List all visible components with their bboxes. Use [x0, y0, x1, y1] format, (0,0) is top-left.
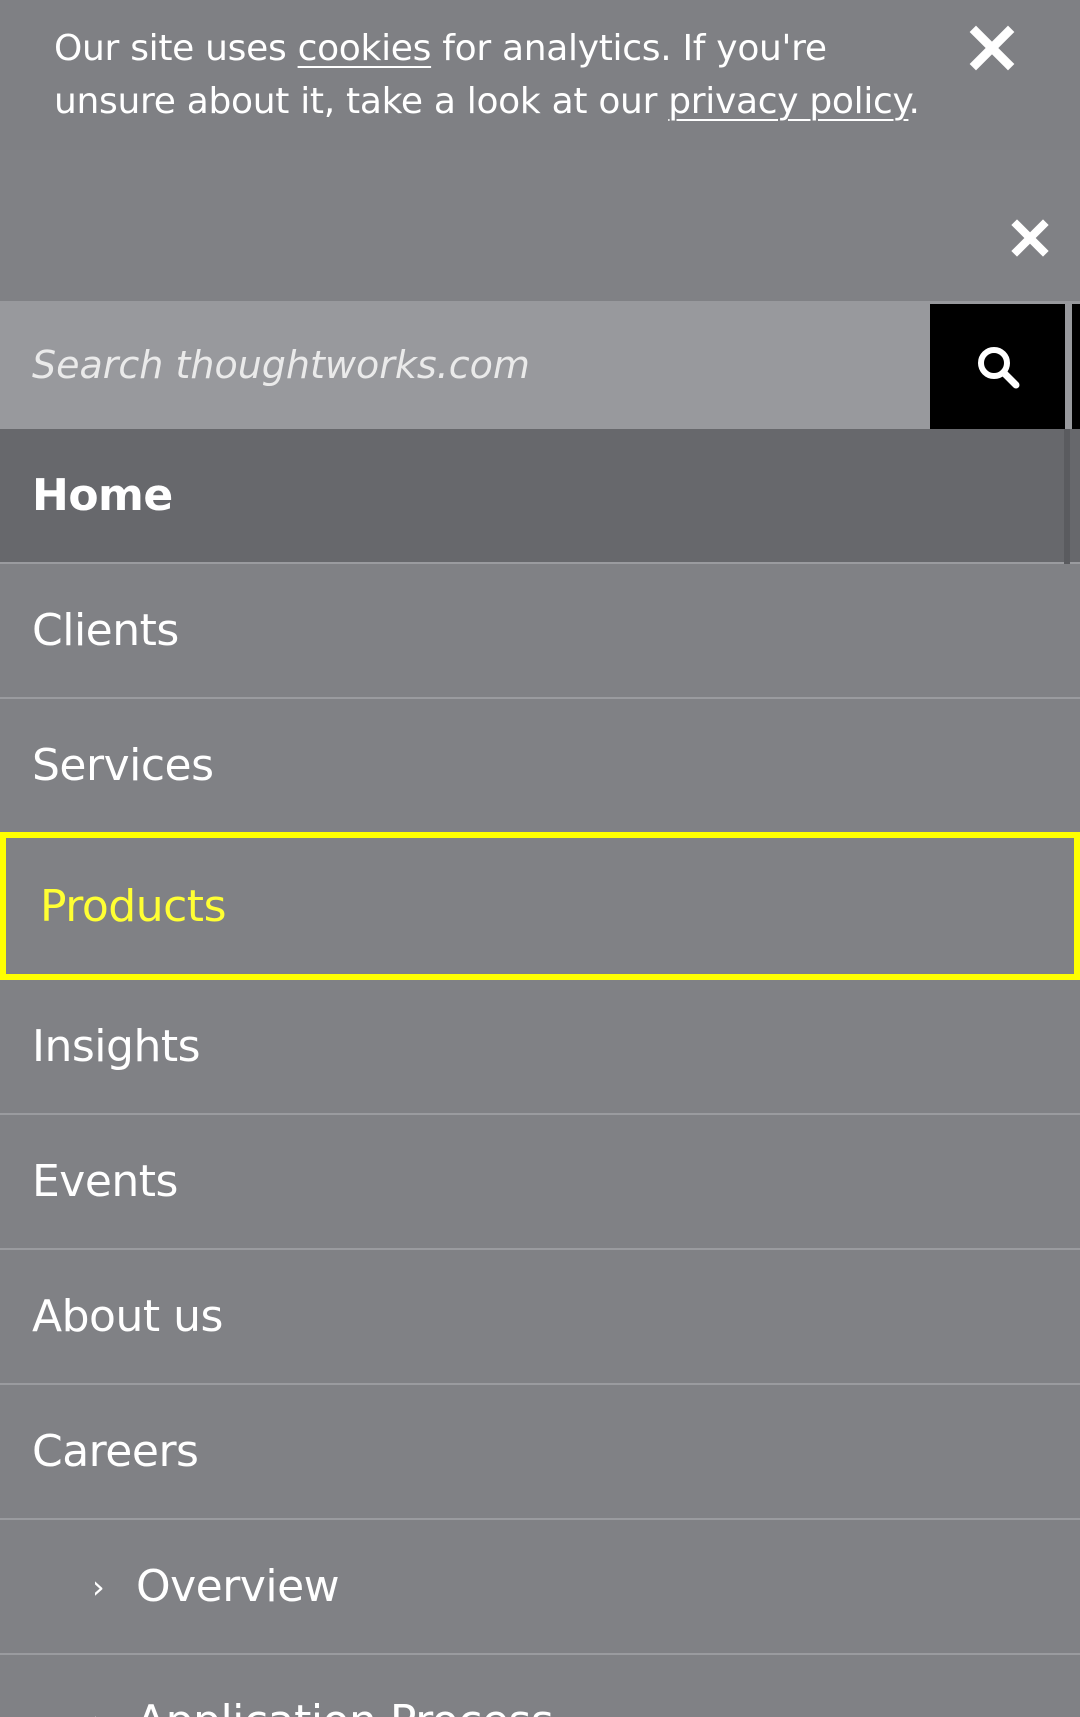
nav-item-services[interactable]: Services: [0, 699, 1080, 834]
nav-item-label: Overview: [136, 1561, 340, 1612]
main-nav: Home Clients Services Products Insights …: [0, 429, 1080, 1717]
nav-subitem-overview[interactable]: › Overview: [0, 1520, 1080, 1655]
nav-item-label: Careers: [32, 1426, 199, 1477]
menu-close-icon[interactable]: [1010, 218, 1050, 258]
nav-item-label: Services: [32, 740, 214, 791]
cookie-text-before: Our site uses: [54, 28, 298, 69]
cookie-banner: Our site uses cookies for analytics. If …: [0, 0, 1080, 150]
search-icon: [977, 346, 1019, 388]
nav-item-home[interactable]: Home: [0, 429, 1080, 564]
search-bar: [0, 301, 1080, 429]
nav-item-careers[interactable]: Careers: [0, 1385, 1080, 1520]
nav-item-products[interactable]: Products: [0, 832, 1080, 980]
chevron-right-icon: ›: [92, 1567, 105, 1606]
cookie-close-icon[interactable]: [968, 24, 1016, 72]
search-button[interactable]: [930, 304, 1065, 429]
nav-item-label: Products: [40, 880, 227, 932]
nav-subitem-application-process[interactable]: ›Application Process: [0, 1655, 1080, 1717]
cookie-message: Our site uses cookies for analytics. If …: [54, 22, 934, 128]
privacy-policy-link[interactable]: privacy policy: [668, 81, 909, 122]
nav-item-label: Events: [32, 1156, 178, 1207]
nav-item-label: Application Process: [136, 1696, 554, 1717]
nav-item-clients[interactable]: Clients: [0, 564, 1080, 699]
search-input[interactable]: [0, 301, 930, 429]
search-edge: [1072, 304, 1080, 429]
chevron-right-icon: ›: [92, 1703, 136, 1717]
mobile-menu-page: Our site uses cookies for analytics. If …: [0, 0, 1080, 1717]
nav-item-label: Home: [32, 470, 173, 521]
cookies-link[interactable]: cookies: [298, 28, 432, 69]
nav-item-about-us[interactable]: About us: [0, 1250, 1080, 1385]
cookie-text-after: .: [908, 81, 920, 122]
nav-item-label: About us: [32, 1291, 223, 1342]
nav-item-label: Insights: [32, 1021, 201, 1072]
nav-item-insights[interactable]: Insights: [0, 980, 1080, 1115]
scrollbar[interactable]: [1064, 429, 1070, 564]
nav-item-events[interactable]: Events: [0, 1115, 1080, 1250]
nav-item-label: Clients: [32, 605, 179, 656]
